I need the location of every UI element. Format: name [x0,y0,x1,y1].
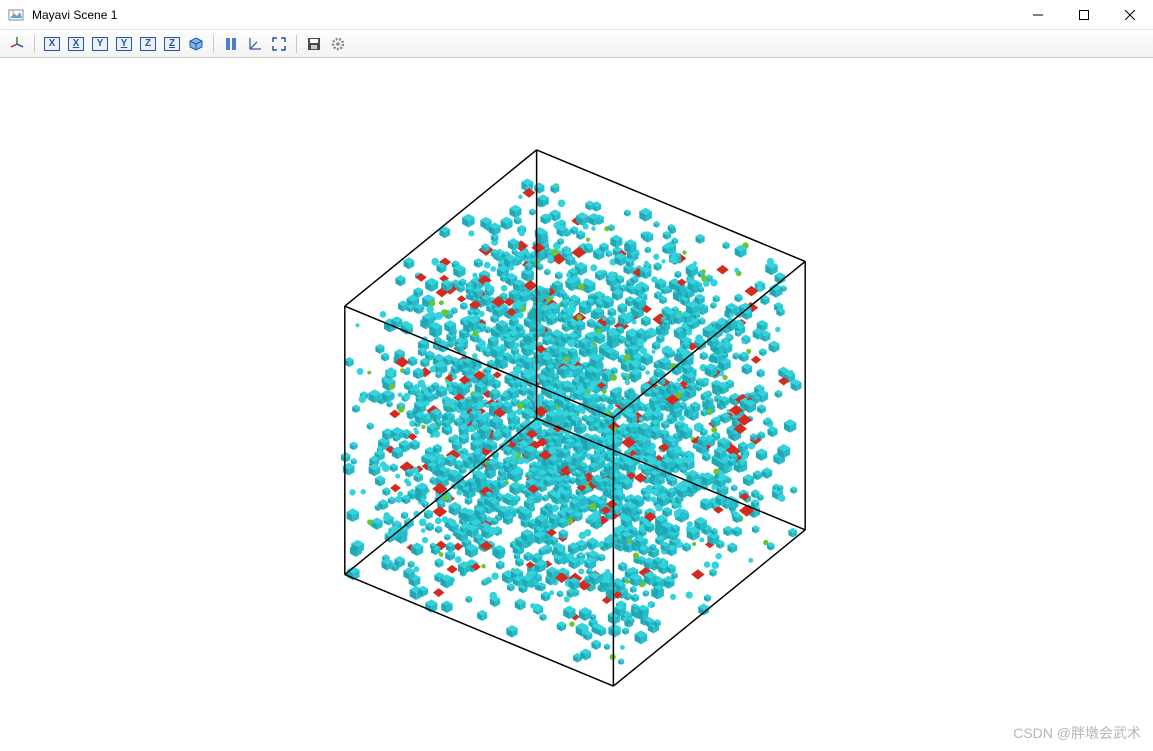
separator [296,35,297,53]
close-button[interactable] [1107,0,1153,30]
view-z-plus-icon[interactable]: Z [137,33,159,55]
minimize-button[interactable] [1015,0,1061,30]
view-x-minus-icon[interactable]: X [65,33,87,55]
parallel-projection-icon[interactable] [220,33,242,55]
show-axes-icon[interactable] [244,33,266,55]
app-icon [8,7,24,23]
separator [34,35,35,53]
window-controls [1015,0,1153,29]
window-title: Mayavi Scene 1 [32,8,1015,22]
watermark: CSDN @胖墩会武术 [1013,723,1141,743]
configure-icon[interactable] [327,33,349,55]
view-y-plus-icon[interactable]: Y [89,33,111,55]
view-y-minus-icon[interactable]: Y [113,33,135,55]
view-interactive-icon[interactable] [6,33,28,55]
view-z-minus-icon[interactable]: Z [161,33,183,55]
fullscreen-icon[interactable] [268,33,290,55]
scene-viewport[interactable] [0,58,1153,751]
isometric-view-icon[interactable] [185,33,207,55]
toolbar: X X Y Y Z Z [0,30,1153,58]
view-x-plus-icon[interactable]: X [41,33,63,55]
separator [213,35,214,53]
maximize-button[interactable] [1061,0,1107,30]
save-icon[interactable] [303,33,325,55]
titlebar: Mayavi Scene 1 [0,0,1153,30]
